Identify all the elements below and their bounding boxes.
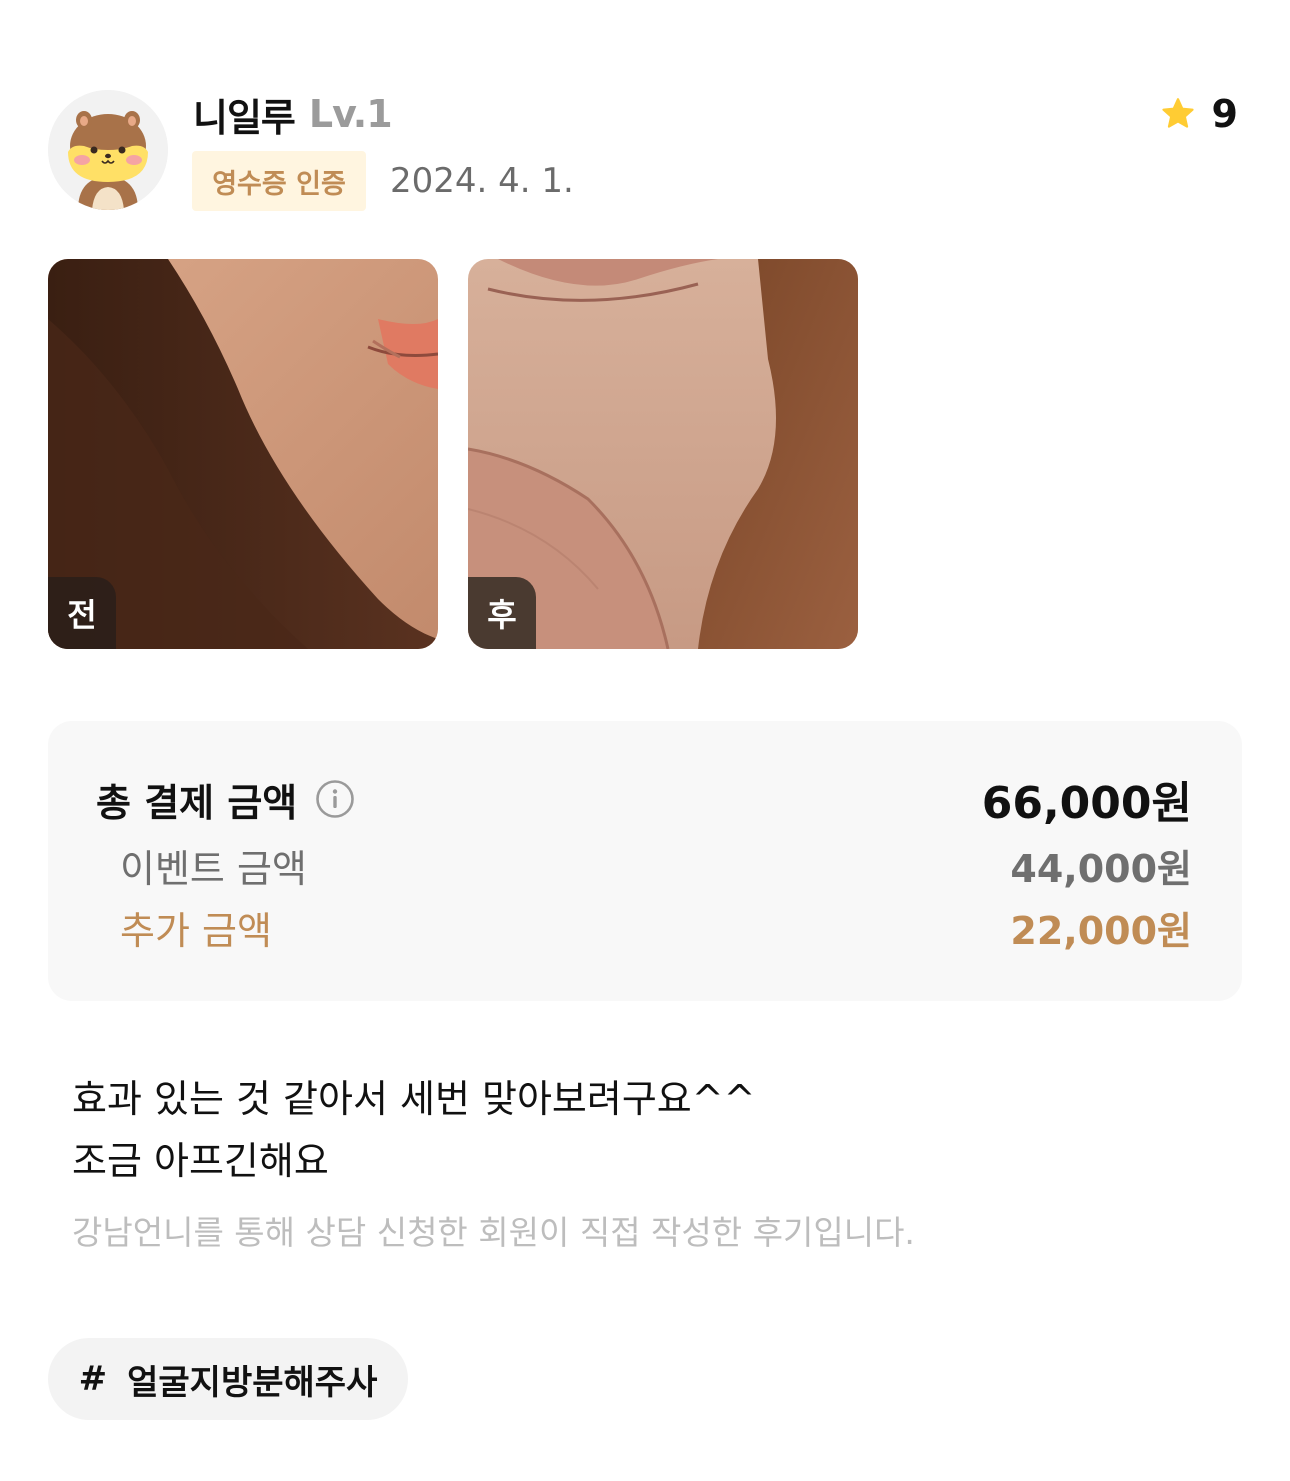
- rating-value: 9: [1211, 92, 1238, 136]
- event-price-row: 이벤트 금액 44,000원: [96, 839, 1192, 891]
- avatar[interactable]: [48, 90, 168, 210]
- after-label: 후: [468, 577, 536, 649]
- event-price-value: 44,000원: [1010, 846, 1192, 891]
- rating: 9: [1160, 90, 1238, 138]
- event-price-label: 이벤트 금액: [120, 846, 307, 891]
- hash-symbol: #: [78, 1359, 108, 1399]
- user-name-row: 니일루 Lv.1: [193, 87, 393, 142]
- star-icon: [1161, 98, 1194, 128]
- before-photo[interactable]: 전: [48, 259, 438, 649]
- price-summary: 총 결제 금액 66,000원 이벤트 금액 44,000원 추가 금액 22,…: [48, 721, 1242, 1001]
- total-price-label: 총 결제 금액: [96, 780, 298, 825]
- user-nickname[interactable]: 니일루: [193, 87, 296, 142]
- user-level: Lv.1: [308, 92, 393, 136]
- receipt-verified-badge: 영수증 인증: [192, 151, 366, 211]
- review-body: 효과 있는 것 같아서 세번 맞아보려구요^^ 조금 아프긴해요: [72, 1068, 1222, 1192]
- after-photo[interactable]: 후: [468, 259, 858, 649]
- total-price-row: 총 결제 금액 66,000원: [96, 771, 1192, 829]
- total-price-value: 66,000원: [981, 778, 1192, 829]
- hashtag-label: 얼굴지방분해주사: [127, 1362, 378, 1403]
- review-disclaimer: 강남언니를 통해 상담 신청한 회원이 직접 작성한 후기입니다.: [72, 1213, 915, 1252]
- review-date: 2024. 4. 1.: [390, 161, 574, 201]
- extra-price-row: 추가 금액 22,000원: [96, 901, 1192, 953]
- hashtag-chip[interactable]: # 얼굴지방분해주사: [48, 1338, 408, 1420]
- review-line: 조금 아프긴해요: [72, 1139, 329, 1183]
- review-line: 효과 있는 것 같아서 세번 맞아보려구요^^: [72, 1077, 756, 1121]
- extra-price-value: 22,000원: [1010, 908, 1192, 953]
- extra-price-label: 추가 금액: [120, 908, 272, 953]
- info-circle-icon[interactable]: [315, 779, 355, 819]
- hamster-avatar-icon: [48, 90, 168, 210]
- total-price-label-group: 총 결제 금액: [96, 772, 355, 827]
- before-label: 전: [48, 577, 116, 649]
